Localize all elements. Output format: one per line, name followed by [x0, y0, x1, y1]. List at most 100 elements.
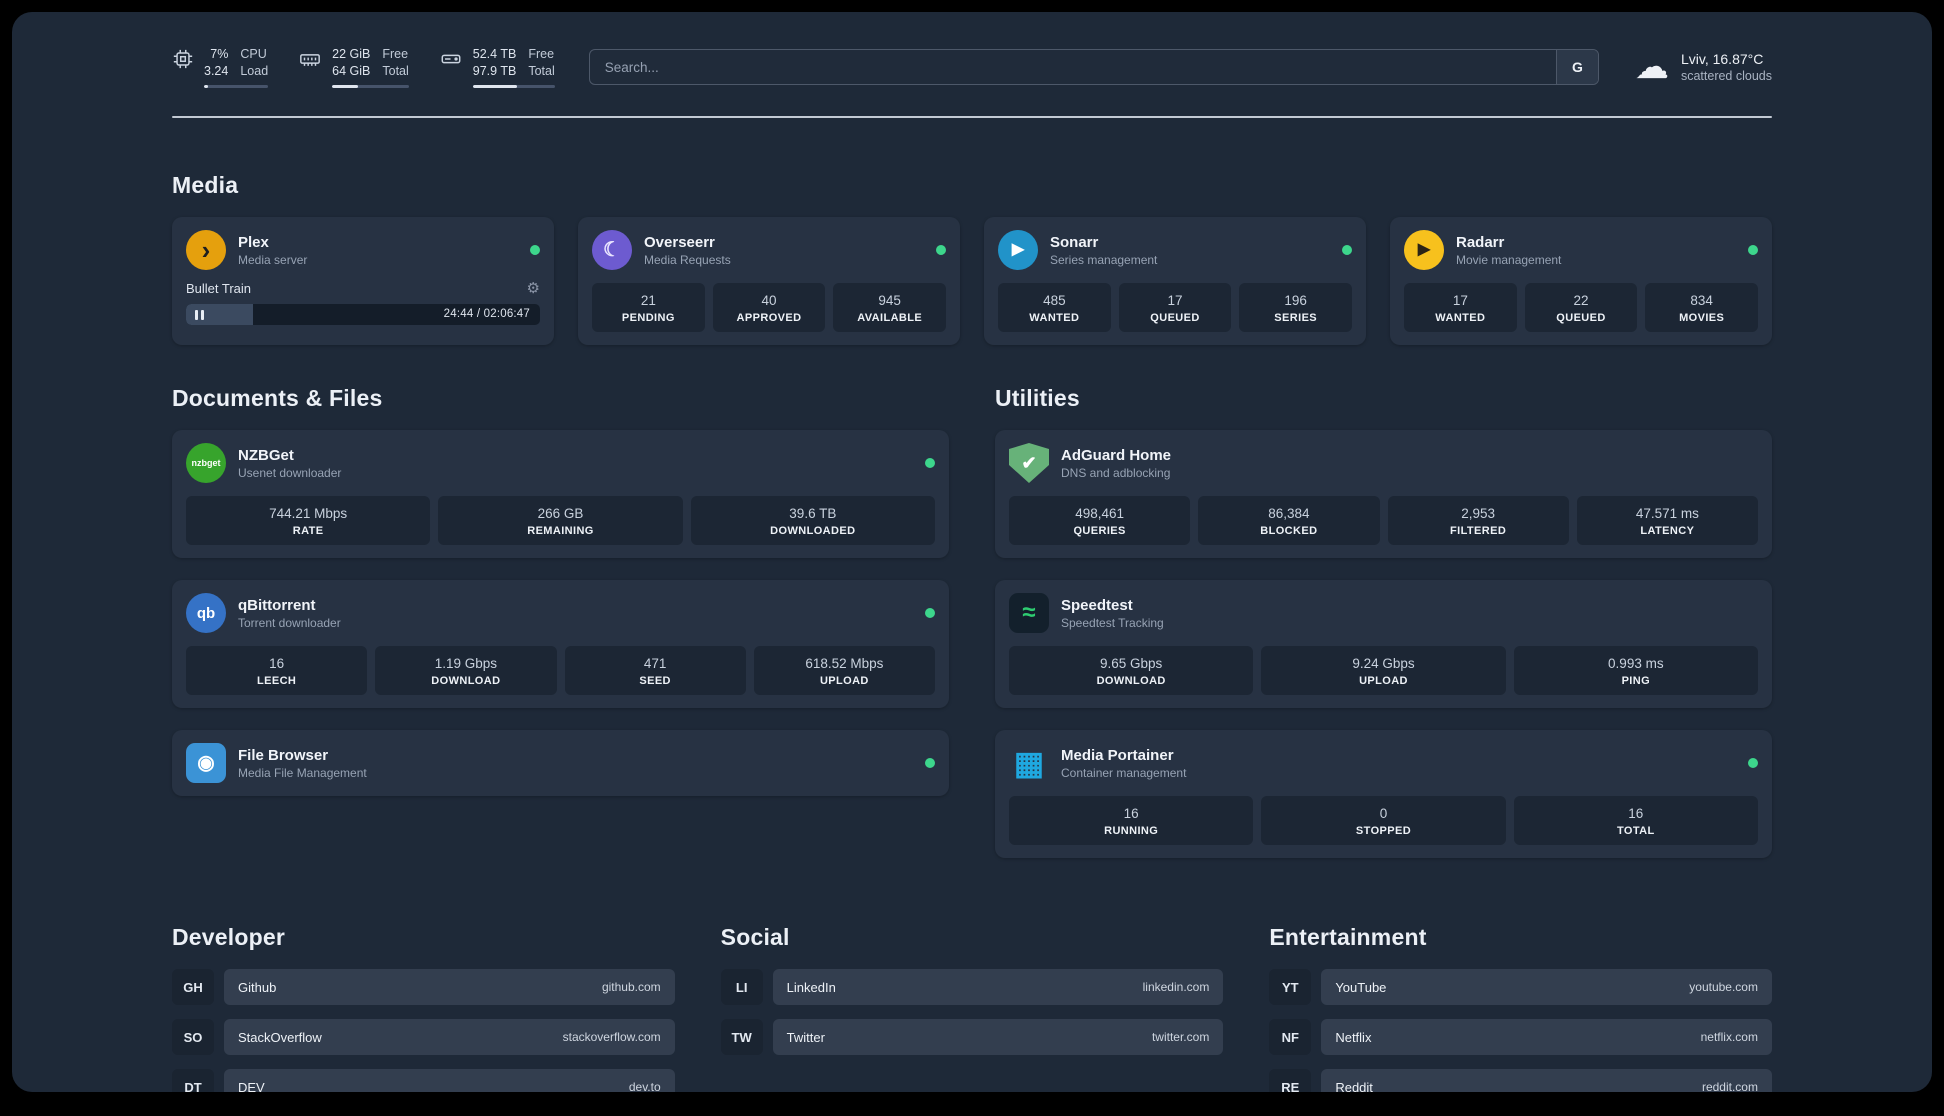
media-cards-row: › Plex Media server Bullet Train ⚙ 24:44 / 02…	[172, 217, 1772, 345]
bookmark-dev[interactable]: DT DEV dev.to	[172, 1069, 675, 1092]
media-player: Bullet Train ⚙ 24:44 / 02:06:47	[186, 281, 540, 325]
stat-label: QUERIES	[1073, 525, 1126, 537]
bookmark-link[interactable]: Github github.com	[224, 969, 675, 1005]
service-subtitle: Speedtest Tracking	[1061, 615, 1164, 630]
memory-label-1: Free	[382, 47, 409, 61]
radarr-icon: ▶	[1404, 230, 1444, 270]
weather-widget[interactable]: ☁ Lviv, 16.87°C scattered clouds	[1635, 50, 1772, 84]
stat-label: LATENCY	[1640, 525, 1695, 537]
service-name: File Browser	[238, 746, 329, 764]
service-card-qbittorrent[interactable]: qb qBittorrent Torrent downloader 16 LEECH 1.…	[172, 580, 949, 708]
card-header: qb qBittorrent Torrent downloader	[186, 593, 935, 633]
stat-value: 16	[1123, 806, 1139, 821]
service-card-overseerr[interactable]: ☾ Overseerr Media Requests 21 PENDING 40 APPRO…	[578, 217, 960, 345]
bookmark-abbr-icon: NF	[1269, 1019, 1312, 1055]
bookmark-github[interactable]: GH Github github.com	[172, 969, 675, 1005]
stat-box: 17 QUEUED	[1118, 283, 1232, 332]
bookmark-name: Github	[238, 979, 277, 995]
bookmark-youtube[interactable]: YT YouTube youtube.com	[1269, 969, 1772, 1005]
bookmark-name: Netflix	[1335, 1029, 1372, 1045]
status-dot	[1748, 758, 1758, 768]
pause-bar	[201, 309, 204, 320]
service-card-sonarr[interactable]: ▶ Sonarr Series management 485 WANTED 17 QUEUE…	[984, 217, 1366, 345]
bookmark-url: twitter.com	[1151, 1030, 1210, 1044]
service-titles: qBittorrent Torrent downloader	[238, 596, 341, 631]
service-titles: Media Portainer Container management	[1061, 746, 1186, 781]
weather-location: Lviv, 16.87°C	[1680, 51, 1764, 67]
service-card-radarr[interactable]: ▶ Radarr Movie management 17 WANTED 22 QUEUED 8…	[1390, 217, 1772, 345]
service-titles: Plex Media server	[238, 233, 307, 268]
service-card-filebrowser[interactable]: ◉ File Browser Media File Management	[172, 730, 949, 796]
service-titles: File Browser Media File Management	[238, 746, 367, 781]
service-card-plex[interactable]: › Plex Media server Bullet Train ⚙ 24:44 / 02…	[172, 217, 554, 345]
bookmark-link[interactable]: Twitter twitter.com	[772, 1019, 1224, 1055]
service-card-nzbget[interactable]: nzbget NZBGet Usenet downloader 744.21 Mbps…	[172, 430, 949, 558]
disk-progress-track	[472, 85, 555, 88]
playback-progress-bar[interactable]: 24:44 / 02:06:47	[186, 304, 540, 325]
section-title-media: Media	[172, 172, 239, 198]
stat-box: 16 RUNNING	[1009, 796, 1254, 845]
service-name: Media Portainer	[1061, 746, 1174, 764]
bookmark-stackoverflow[interactable]: SO StackOverflow stackoverflow.com	[172, 1019, 675, 1055]
settings-gear-icon[interactable]: ⚙	[527, 281, 540, 296]
cpu-label-2: Load	[240, 64, 269, 78]
search-provider-button[interactable]: G	[1555, 50, 1598, 84]
service-card-speedtest[interactable]: ≈ Speedtest Speedtest Tracking 9.65 Gbps DOW…	[995, 580, 1772, 708]
card-header: › Plex Media server	[186, 230, 540, 270]
service-card-adguard[interactable]: ✔ AdGuard Home DNS and adblocking 498,461 QU…	[995, 430, 1772, 558]
stat-box: 471 SEED	[564, 646, 746, 695]
bookmark-link[interactable]: Reddit reddit.com	[1321, 1069, 1772, 1092]
stat-label: PENDING	[621, 312, 675, 324]
bookmark-link[interactable]: Netflix netflix.com	[1321, 1019, 1772, 1055]
search-input[interactable]	[589, 50, 1556, 84]
bookmark-link[interactable]: DEV dev.to	[224, 1069, 675, 1092]
stat-label: UPLOAD	[1359, 675, 1408, 687]
cpu-label-1: CPU	[240, 47, 267, 61]
stat-value: 17	[1167, 293, 1183, 308]
stat-box: 9.24 Gbps UPLOAD	[1261, 646, 1506, 695]
bookmark-link[interactable]: StackOverflow stackoverflow.com	[224, 1019, 675, 1055]
status-dot	[936, 245, 946, 255]
bookmark-group-title: Developer	[172, 924, 286, 950]
stat-box: 266 GB REMAINING	[438, 496, 683, 545]
bookmark-linkedin[interactable]: LI LinkedIn linkedin.com	[720, 969, 1224, 1005]
disk-progress-fill	[472, 85, 518, 88]
card-header: ▦ Media Portainer Container management	[1009, 743, 1758, 783]
pause-icon[interactable]	[195, 304, 204, 325]
playback-time: 24:44 / 02:06:47	[443, 308, 530, 320]
bookmark-reddit[interactable]: RE Reddit reddit.com	[1269, 1069, 1772, 1092]
stat-value: 2,953	[1461, 506, 1496, 521]
system-monitors: 7% 3.24 CPU Load 22 GiB 64 GiB Free Tota…	[172, 46, 555, 88]
stats-row: 485 WANTED 17 QUEUED 196 SERIES	[998, 283, 1353, 332]
bookmark-group-title: Social	[720, 924, 790, 950]
bookmark-list: YT YouTube youtube.com NF Netflix netflix.com…	[1269, 969, 1772, 1092]
bookmark-url: github.com	[601, 980, 661, 994]
stat-label: QUEUED	[1556, 312, 1606, 324]
stat-label: WANTED	[1435, 312, 1486, 324]
cpu-usage-value: 7%	[210, 47, 229, 61]
memory-label-2: Total	[382, 64, 409, 78]
stats-row: 21 PENDING 40 APPROVED 945 AVAILABLE	[592, 283, 947, 332]
stat-label: AVAILABLE	[857, 312, 923, 324]
bookmark-link[interactable]: YouTube youtube.com	[1321, 969, 1772, 1005]
stat-label: STOPPED	[1355, 825, 1412, 837]
stat-label: LEECH	[256, 675, 297, 687]
card-header: nzbget NZBGet Usenet downloader	[186, 443, 935, 483]
bookmark-netflix[interactable]: NF Netflix netflix.com	[1269, 1019, 1772, 1055]
top-bar: 7% 3.24 CPU Load 22 GiB 64 GiB Free Tota…	[172, 46, 1772, 88]
bookmark-link[interactable]: LinkedIn linkedin.com	[772, 969, 1224, 1005]
stat-value: 21	[640, 293, 656, 308]
service-titles: Sonarr Series management	[1050, 233, 1157, 268]
status-dot	[925, 758, 935, 768]
card-header: ◉ File Browser Media File Management	[186, 743, 935, 783]
bookmark-url: youtube.com	[1689, 980, 1758, 994]
bookmark-name: DEV	[238, 1079, 265, 1093]
bookmark-twitter[interactable]: TW Twitter twitter.com	[720, 1019, 1224, 1055]
status-dot	[530, 245, 540, 255]
stat-box: 485 WANTED	[998, 283, 1111, 332]
bookmark-url: netflix.com	[1700, 1030, 1758, 1044]
memory-progress-fill	[332, 85, 359, 88]
service-subtitle: Series management	[1050, 252, 1158, 267]
status-dot	[1342, 245, 1352, 255]
service-card-portainer[interactable]: ▦ Media Portainer Container management 16 RU…	[995, 730, 1772, 858]
